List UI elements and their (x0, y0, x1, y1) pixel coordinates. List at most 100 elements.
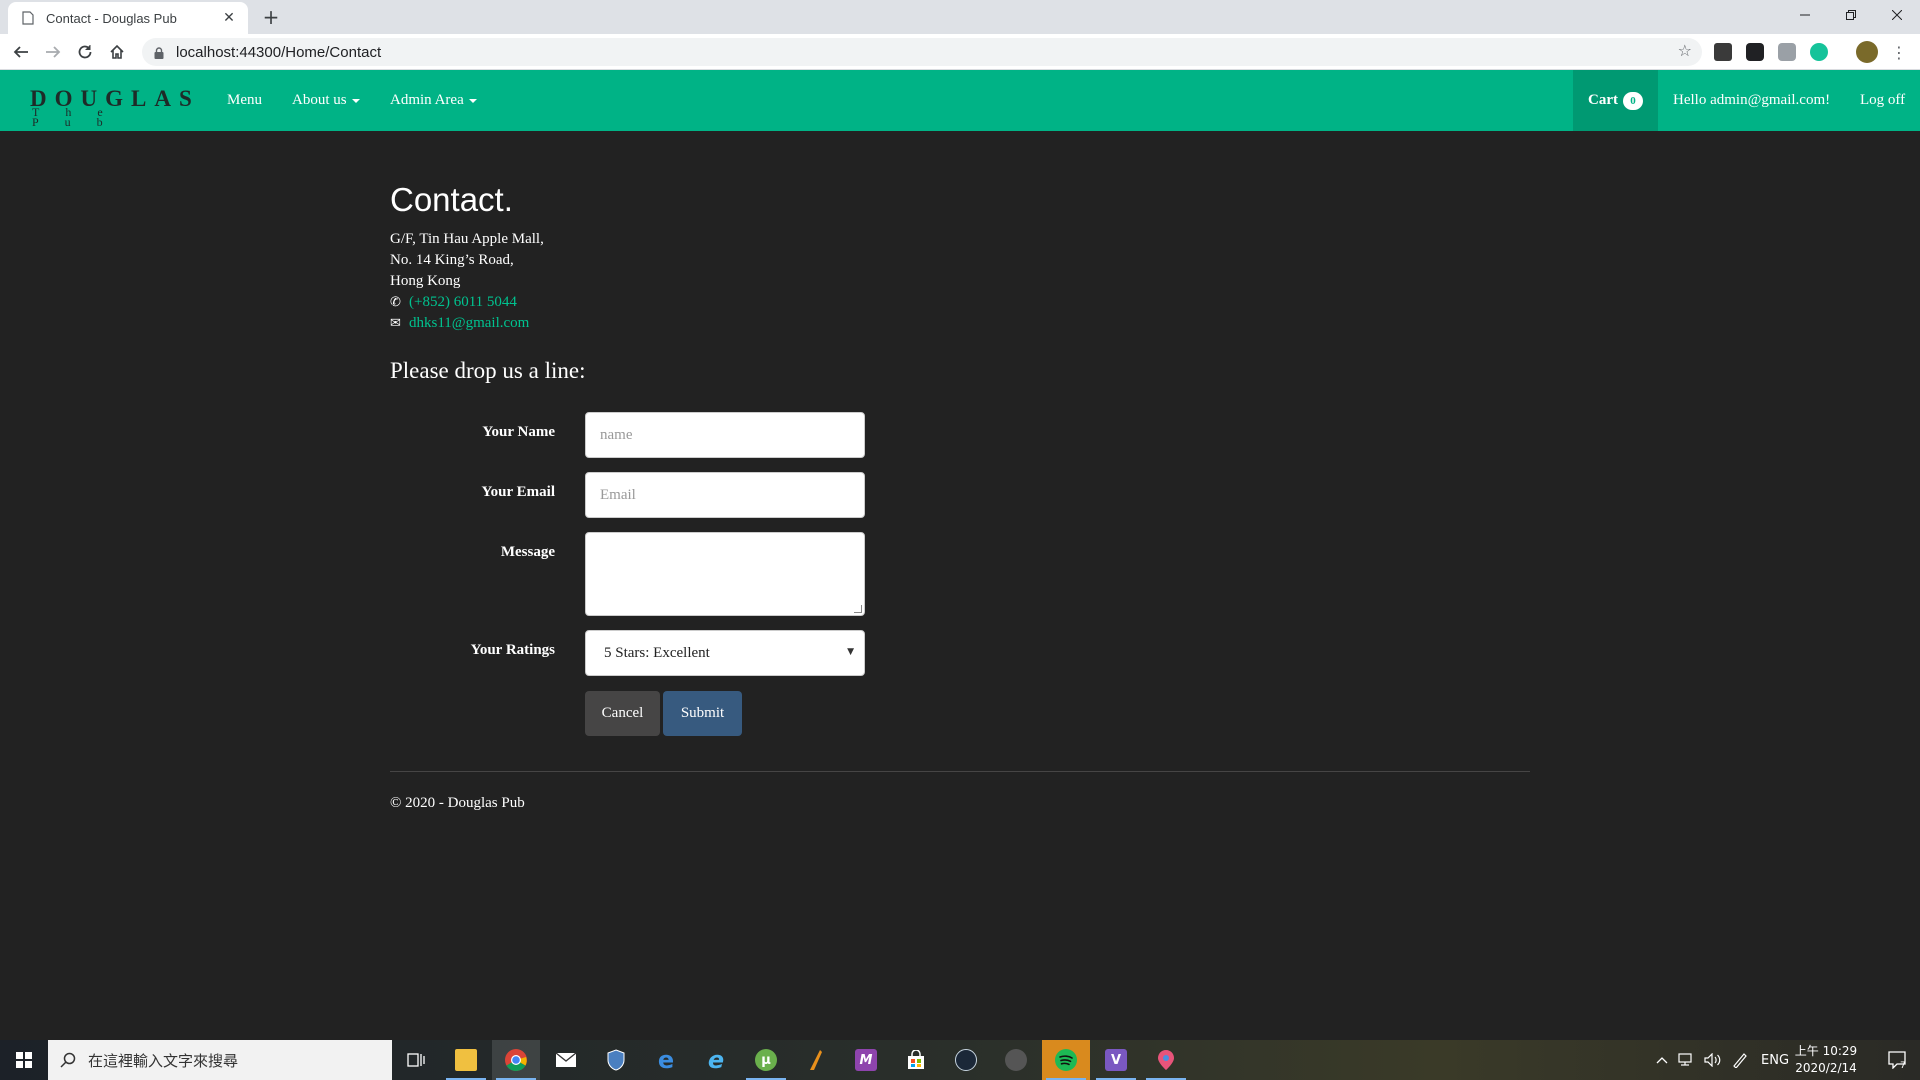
defender-shield-icon[interactable] (592, 1040, 640, 1080)
address-line: G/F, Tin Hau Apple Mall, (390, 231, 544, 247)
page-title: Contact. (390, 181, 513, 218)
email-input[interactable]: Email (585, 472, 865, 518)
user-greeting-link[interactable]: Hello admin@gmail.com! (1673, 70, 1830, 131)
start-button[interactable] (0, 1040, 48, 1080)
home-icon[interactable] (104, 39, 130, 65)
search-icon (60, 1052, 76, 1068)
name-placeholder: name (600, 426, 633, 443)
email-placeholder: Email (600, 486, 636, 503)
back-arrow-icon[interactable] (8, 39, 34, 65)
ratings-select[interactable]: 5 Stars: Excellent ▼ (585, 630, 865, 676)
name-label: Your Name (482, 424, 555, 440)
reload-icon[interactable] (72, 39, 98, 65)
message-label: Message (500, 544, 555, 560)
notification-count: 7 (1900, 1061, 1906, 1069)
email-link[interactable]: dhks11@gmail.com (409, 313, 529, 334)
name-input[interactable]: name (585, 412, 865, 458)
phone-icon: ✆ (390, 295, 401, 310)
pen-ink-icon[interactable] (1732, 1040, 1748, 1080)
caret-down-icon (351, 98, 360, 103)
logoff-link[interactable]: Log off (1860, 70, 1905, 131)
email-label: Your Email (481, 484, 555, 500)
address-bar[interactable]: localhost:44300/Home/Contact ☆ (142, 38, 1702, 66)
utorrent-icon[interactable]: µ (742, 1040, 790, 1080)
url-text: localhost:44300/Home/Contact (176, 43, 382, 61)
email-row: ✉ dhks11@gmail.com (390, 313, 544, 334)
chrome-icon[interactable] (492, 1040, 540, 1080)
paint-icon[interactable] (1142, 1040, 1190, 1080)
nav-about-us-label: About us (292, 92, 347, 108)
internet-explorer-icon[interactable]: e (692, 1040, 740, 1080)
window-close-icon[interactable] (1874, 0, 1920, 30)
cancel-button[interactable]: Cancel (585, 691, 660, 736)
address-line: No. 14 King’s Road, (390, 252, 514, 268)
osu-icon[interactable] (992, 1040, 1040, 1080)
store-bag-icon[interactable] (892, 1040, 940, 1080)
notification-center-icon[interactable]: 7 (1876, 1040, 1920, 1080)
ratings-selected-value: 5 Stars: Excellent (604, 644, 710, 661)
taskbar-search-placeholder: 在這裡輸入文字來搜尋 (88, 1051, 239, 1070)
cart-link[interactable]: Cart 0 (1573, 70, 1658, 131)
tab-title: Contact - Douglas Pub (46, 10, 177, 26)
mail-icon[interactable] (542, 1040, 590, 1080)
nav-menu[interactable]: Menu (227, 70, 262, 131)
browser-tab[interactable]: Contact - Douglas Pub ✕ (8, 2, 248, 34)
dropdown-arrow-icon: ▼ (847, 647, 854, 657)
lock-icon (154, 46, 164, 59)
brand-logo[interactable]: DOUGLAS The Pub (30, 87, 192, 128)
message-textarea[interactable] (585, 532, 865, 616)
cart-label: Cart (1588, 92, 1618, 108)
browser-toolbar: localhost:44300/Home/Contact ☆ ⋮ (0, 34, 1920, 70)
nav-menu-label: Menu (227, 92, 262, 108)
browser-tabstrip: Contact - Douglas Pub ✕ + (0, 0, 1920, 34)
extension-shield-icon[interactable] (1778, 43, 1796, 61)
page-icon (20, 10, 36, 26)
taskbar-search[interactable]: 在這裡輸入文字來搜尋 (48, 1040, 392, 1080)
windows-taskbar: 在這裡輸入文字來搜尋 e e µ M V ENG 上午 10:29 2020/2… (0, 1040, 1920, 1080)
extension-grammarly-icon[interactable] (1810, 43, 1828, 61)
nav-about-us[interactable]: About us (292, 70, 360, 131)
nav-admin-area-label: Admin Area (390, 92, 464, 108)
profile-avatar[interactable] (1856, 41, 1878, 63)
address-line: Hong Kong (390, 273, 461, 289)
system-clock[interactable]: 上午 10:29 2020/2/14 (1786, 1043, 1866, 1077)
steam-icon[interactable] (942, 1040, 990, 1080)
close-icon[interactable]: ✕ (220, 10, 238, 26)
clock-date: 2020/2/14 (1795, 1061, 1857, 1075)
reaper-icon[interactable] (792, 1040, 840, 1080)
edge-icon[interactable]: e (642, 1040, 690, 1080)
phone-link[interactable]: (+852) 6011 5044 (409, 292, 517, 313)
file-explorer-icon[interactable] (442, 1040, 490, 1080)
bookmark-star-icon[interactable]: ☆ (1678, 41, 1692, 60)
task-view-icon[interactable] (392, 1040, 440, 1080)
footer-copyright: © 2020 - Douglas Pub (390, 795, 525, 811)
spotify-icon[interactable] (1042, 1040, 1090, 1080)
clock-time: 上午 10:29 (1794, 1044, 1858, 1058)
cart-count-badge: 0 (1623, 91, 1643, 110)
extension-se-icon[interactable] (1714, 43, 1732, 61)
forward-arrow-icon[interactable] (40, 39, 66, 65)
input-language[interactable]: ENG (1761, 1040, 1789, 1080)
contact-address: G/F, Tin Hau Apple Mall, No. 14 King’s R… (390, 229, 544, 334)
site-navbar: DOUGLAS The Pub Menu About us Admin Area… (0, 70, 1920, 131)
network-icon[interactable] (1678, 1040, 1696, 1080)
tray-overflow-icon[interactable] (1656, 1040, 1668, 1080)
ratings-label: Your Ratings (470, 642, 555, 658)
nav-admin-area[interactable]: Admin Area (390, 70, 477, 131)
submit-button[interactable]: Submit (663, 691, 742, 736)
minimize-icon[interactable] (1782, 0, 1828, 30)
envelope-icon: ✉ (390, 316, 401, 331)
markdown-editor-icon[interactable]: M (842, 1040, 890, 1080)
volume-icon[interactable] (1704, 1040, 1722, 1080)
resize-handle-icon[interactable] (854, 605, 862, 613)
phone-row: ✆ (+852) 6011 5044 (390, 292, 544, 313)
restore-icon[interactable] (1828, 0, 1874, 30)
new-tab-icon[interactable]: + (260, 6, 282, 28)
form-heading: Please drop us a line: (390, 358, 586, 383)
window-controls (1782, 0, 1920, 30)
more-menu-icon[interactable]: ⋮ (1886, 39, 1912, 65)
windows-logo-icon (16, 1052, 32, 1068)
caret-down-icon (468, 98, 477, 103)
visual-studio-icon[interactable]: V (1092, 1040, 1140, 1080)
extension-incognito-icon[interactable] (1746, 43, 1764, 61)
